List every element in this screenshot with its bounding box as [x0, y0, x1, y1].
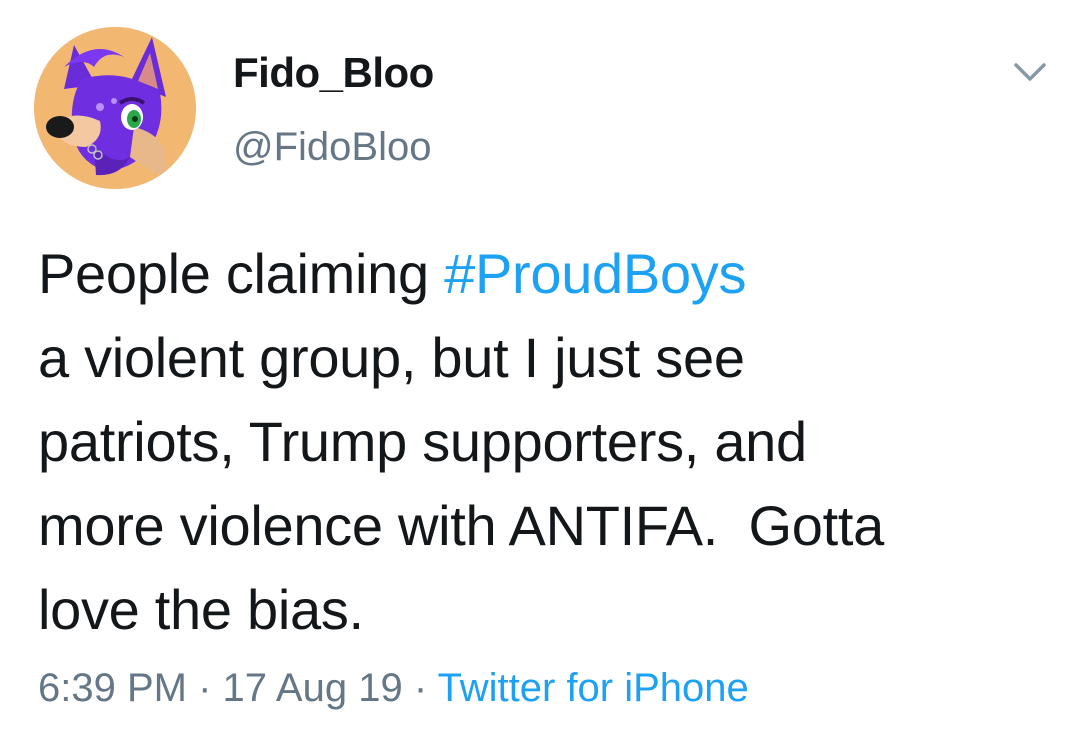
tweet-text-line-5: love the bias. — [38, 578, 364, 641]
tweet-meta: 6:39 PM · 17 Aug 19 · Twitter for iPhone — [38, 664, 749, 712]
tweet-source-link[interactable]: Twitter for iPhone — [438, 666, 749, 710]
tweet-menu-button[interactable] — [1008, 55, 1052, 91]
tweet-text-line-1: People claiming #ProudBoys — [38, 232, 1048, 316]
meta-separator: · — [402, 666, 438, 710]
avatar[interactable] — [34, 27, 196, 189]
tweet-card: Fido_Bloo @FidoBloo People claiming #Pro… — [0, 0, 1077, 740]
fox-avatar-icon — [34, 27, 196, 189]
tweet-text: People claiming #ProudBoys a violent gro… — [38, 232, 1048, 652]
chevron-down-icon — [1014, 63, 1046, 81]
tweet-text-line-2: a violent group, but I just see — [38, 326, 745, 389]
user-handle[interactable]: @FidoBloo — [233, 123, 431, 171]
tweet-text-line-1-prefix: People claiming — [38, 242, 445, 305]
display-name[interactable]: Fido_Bloo — [233, 48, 434, 98]
tweet-date[interactable]: 17 Aug 19 — [223, 666, 403, 710]
meta-separator: · — [186, 666, 223, 710]
tweet-text-line-4: more violence with ANTIFA. Gotta — [38, 494, 884, 557]
tweet-text-line-3: patriots, Trump supporters, and — [38, 410, 807, 473]
tweet-time[interactable]: 6:39 PM — [38, 666, 187, 710]
hashtag-link[interactable]: #ProudBoys — [444, 242, 746, 305]
